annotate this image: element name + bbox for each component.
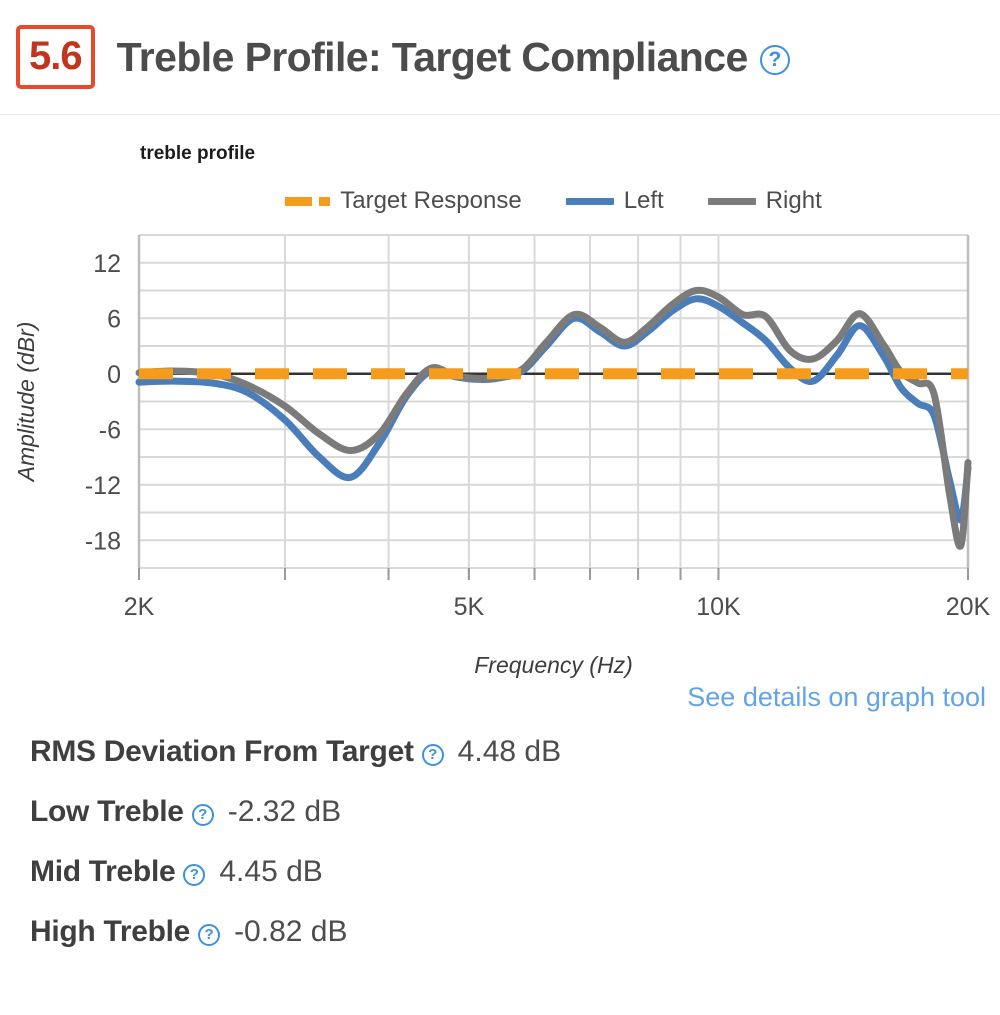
dashed-line-swatch-icon: [285, 196, 331, 206]
legend-label-target-response: Target Response: [340, 187, 522, 214]
svg-text:12: 12: [93, 250, 121, 278]
metric-row: RMS Deviation From Target ? 4.48 dB: [30, 735, 1000, 769]
svg-text:0: 0: [107, 361, 121, 389]
metric-label-mid-treble: Mid Treble: [30, 855, 176, 888]
svg-text:-6: -6: [99, 416, 121, 444]
metric-value-low-treble: -2.32 dB: [227, 795, 342, 828]
svg-text:Frequency (Hz): Frequency (Hz): [474, 652, 632, 678]
plot-area[interactable]: 12 6 0 -6 -12 -18 Amplitude (dBr) 2K 5K 10K 20K Fre…: [0, 223, 1000, 690]
chart-panel: treble profile Target Response Left Righ…: [0, 115, 1000, 690]
question-mark-circle-icon[interactable]: ?: [421, 744, 444, 766]
svg-text:-12: -12: [85, 472, 121, 500]
score-badge: 5.6: [16, 25, 95, 89]
svg-text:-18: -18: [85, 527, 121, 555]
question-mark-circle-icon[interactable]: ?: [191, 804, 214, 826]
legend-item-target-response[interactable]: Target Response: [285, 187, 522, 215]
svg-text:5K: 5K: [454, 593, 485, 621]
svg-text:6: 6: [107, 305, 121, 333]
svg-text:Amplitude (dBr): Amplitude (dBr): [13, 322, 39, 484]
page-title-text: Treble Profile: Target Compliance: [116, 33, 749, 80]
legend-label-right: Right: [765, 187, 822, 214]
legend-label-left: Left: [623, 187, 664, 214]
page-title: Treble Profile: Target Compliance?: [117, 34, 790, 81]
line-swatch-left-icon: [565, 197, 614, 205]
question-mark-circle-icon[interactable]: ?: [198, 924, 221, 946]
metric-value-mid-treble: 4.45 dB: [219, 855, 323, 888]
metrics-list: RMS Deviation From Target ? 4.48 dB Low …: [0, 713, 1000, 949]
chart-legend: Target Response Left Right: [139, 187, 968, 215]
metric-value-rms-deviation: 4.48 dB: [457, 735, 562, 768]
metric-label-rms-deviation: RMS Deviation From Target: [30, 735, 414, 768]
metric-value-high-treble: -0.82 dB: [234, 915, 348, 948]
legend-item-left[interactable]: Left: [565, 187, 664, 215]
question-mark-circle-icon[interactable]: ?: [183, 864, 206, 886]
panel-header: 5.6 Treble Profile: Target Compliance?: [0, 0, 1000, 115]
question-mark-circle-icon[interactable]: ?: [759, 44, 790, 75]
svg-text:20K: 20K: [946, 593, 991, 621]
svg-text:10K: 10K: [696, 593, 741, 621]
metric-label-low-treble: Low Treble: [30, 795, 184, 828]
svg-text:2K: 2K: [124, 593, 155, 621]
metric-row: Low Treble ? -2.32 dB: [30, 795, 1000, 829]
metric-row: High Treble ? -0.82 dB: [30, 915, 1000, 949]
chart-title: treble profile: [140, 143, 256, 164]
metric-label-high-treble: High Treble: [30, 915, 191, 948]
frequency-response-plot: 12 6 0 -6 -12 -18 Amplitude (dBr) 2K 5K 10K 20K Fre…: [13, 234, 991, 678]
legend-item-right[interactable]: Right: [707, 187, 822, 215]
line-swatch-right-icon: [707, 197, 756, 205]
metric-row: Mid Treble ? 4.45 dB: [30, 855, 1000, 889]
